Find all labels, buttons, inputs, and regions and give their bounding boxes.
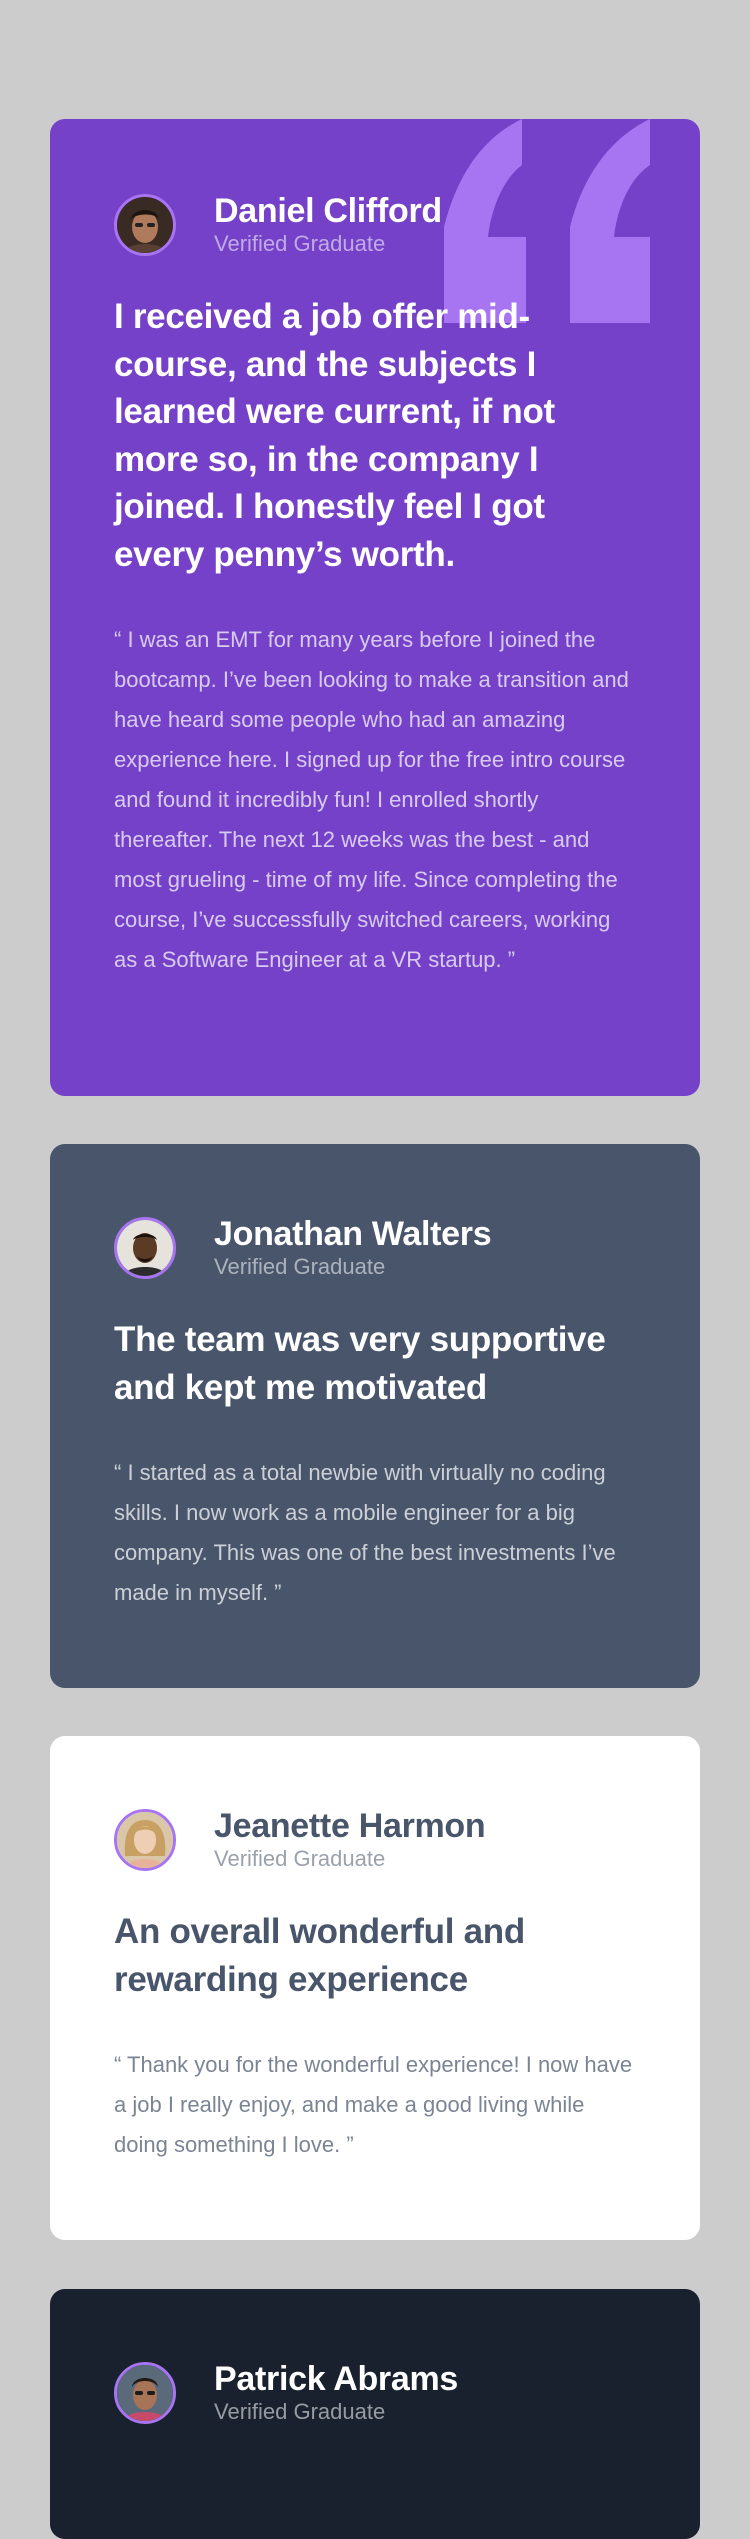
author-name: Jonathan Walters xyxy=(214,1215,492,1253)
testimonial-card-patrick: Patrick Abrams Verified Graduate xyxy=(50,2289,700,2539)
author-block: Jonathan Walters Verified Graduate xyxy=(114,1213,636,1283)
testimonials-page: Daniel Clifford Verified Graduate I rece… xyxy=(0,0,750,2539)
testimonial-headline: I received a job offer mid-course, and t… xyxy=(114,297,555,574)
author-name: Patrick Abrams xyxy=(214,2360,458,2398)
author-role: Verified Graduate xyxy=(214,1254,386,1279)
author-role: Verified Graduate xyxy=(214,2399,386,2424)
testimonial-headline: The team was very supportive and kept me… xyxy=(114,1320,606,1407)
author-block: Patrick Abrams Verified Graduate xyxy=(114,2358,636,2428)
avatar-patrick xyxy=(114,2362,176,2424)
testimonial-headline: An overall wonderful and rewarding exper… xyxy=(114,1912,525,1999)
testimonial-card-daniel: Daniel Clifford Verified Graduate I rece… xyxy=(50,119,700,1096)
author-name: Jeanette Harmon xyxy=(214,1807,486,1845)
author-role: Verified Graduate xyxy=(214,231,386,256)
author-block: Jeanette Harmon Verified Graduate xyxy=(114,1805,636,1875)
testimonial-card-jeanette: Jeanette Harmon Verified Graduate An ove… xyxy=(50,1736,700,2240)
testimonial-card-jonathan: Jonathan Walters Verified Graduate The t… xyxy=(50,1144,700,1688)
author-role: Verified Graduate xyxy=(214,1846,386,1871)
testimonial-quote: “ I was an EMT for many years before I j… xyxy=(114,627,629,972)
author-name: Daniel Clifford xyxy=(214,192,442,230)
avatar-daniel xyxy=(114,194,176,256)
avatar-jonathan xyxy=(114,1217,176,1279)
author-block: Daniel Clifford Verified Graduate xyxy=(114,190,636,260)
testimonial-quote: “ Thank you for the wonderful experience… xyxy=(114,2052,633,2157)
avatar-jeanette xyxy=(114,1809,176,1871)
testimonial-quote: “ I started as a total newbie with virtu… xyxy=(114,1460,616,1605)
